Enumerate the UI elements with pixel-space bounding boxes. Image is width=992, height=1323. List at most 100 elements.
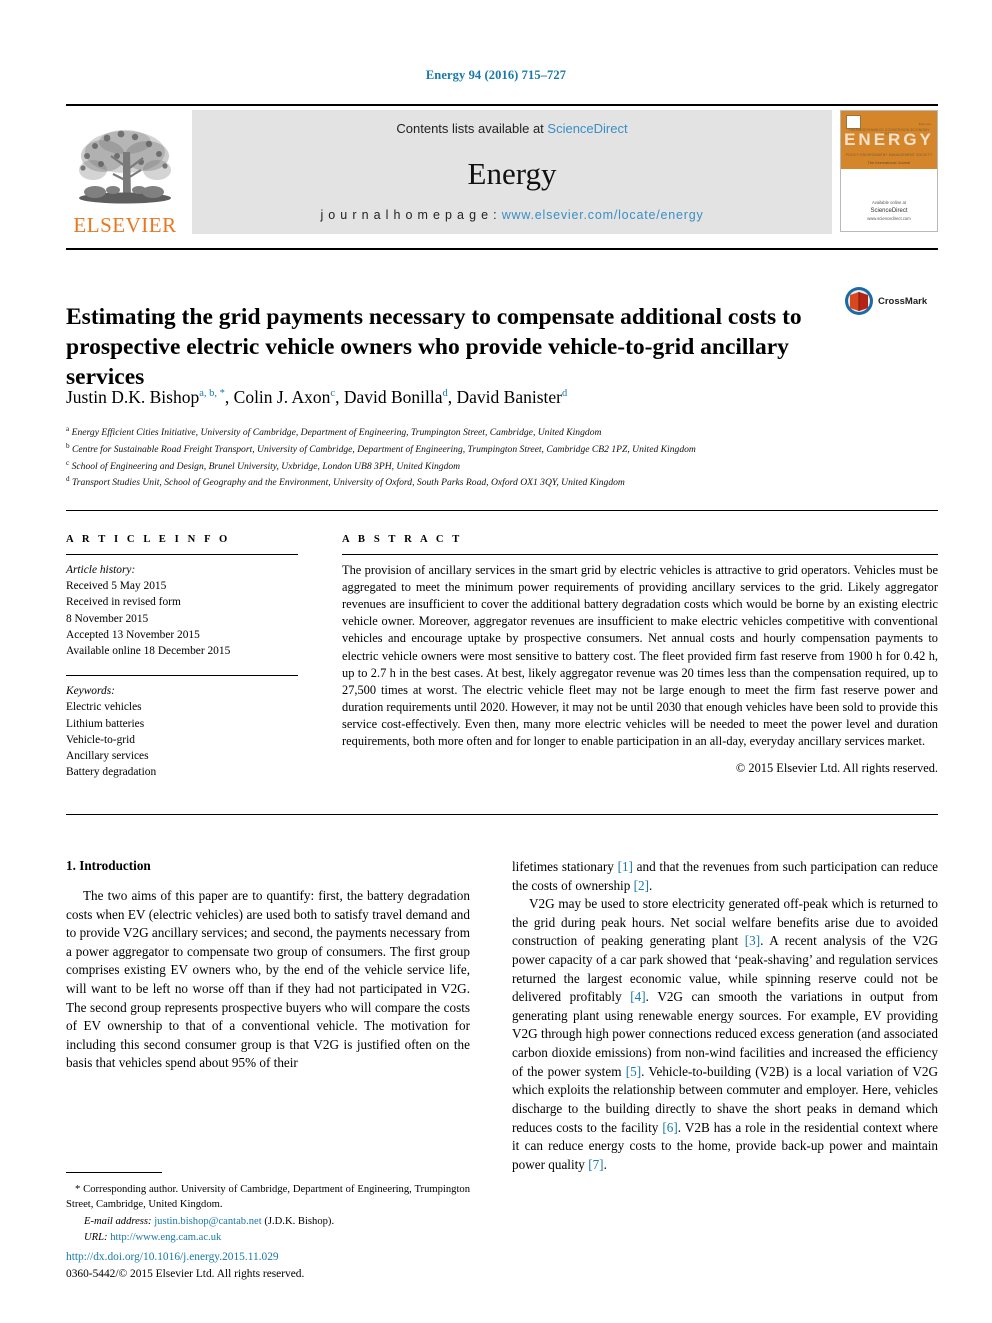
url-link[interactable]: http://www.eng.cam.ac.uk [110, 1232, 221, 1243]
keyword-item: Vehicle-to-grid [66, 733, 135, 746]
body-column-right: lifetimes stationary [1] and that the re… [512, 858, 938, 1174]
email-suffix: (J.D.K. Bishop). [264, 1215, 335, 1227]
history-item: Received in revised form [66, 596, 181, 609]
cover-bottom-keywords: POLICY ENVIRONMENT MANAGEMENT SOCIETY [845, 153, 933, 157]
paragraph-text: . [649, 877, 653, 893]
cover-footer-big: ScienceDirect [870, 207, 908, 214]
doi-link[interactable]: http://dx.doi.org/10.1016/j.energy.2015.… [66, 1249, 486, 1266]
sciencedirect-link[interactable]: ScienceDirect [547, 121, 627, 136]
article-info-heading: A R T I C L E I N F O [66, 534, 231, 545]
keyword-item: Electric vehicles [66, 701, 142, 714]
abstract-text: The provision of ancillary services in t… [342, 563, 938, 749]
cover-footer-sub: www.sciencedirect.com [867, 215, 911, 221]
paragraph: lifetimes stationary [1] and that the re… [512, 858, 938, 895]
citation-link[interactable]: [1] [618, 859, 633, 874]
paragraph-text: . [603, 1156, 607, 1172]
abstract-heading: A B S T R A C T [342, 534, 463, 545]
email-link[interactable]: justin.bishop@cantab.net [154, 1216, 261, 1227]
author-name: Colin J. Axon [233, 387, 331, 407]
homepage-link[interactable]: www.elsevier.com/locate/energy [502, 208, 704, 222]
citation-link[interactable]: [6] [662, 1120, 677, 1135]
crossmark-icon [845, 287, 873, 315]
citation-link[interactable]: [3] [745, 933, 760, 948]
title-divider [66, 248, 938, 250]
author-name: Justin D.K. Bishop [66, 387, 200, 407]
citation-link[interactable]: [5] [626, 1064, 641, 1079]
keyword-item: Lithium batteries [66, 717, 145, 730]
journal-banner: Contents lists available at ScienceDirec… [192, 110, 832, 234]
elsevier-logo: ELSEVIER [66, 110, 184, 238]
history-label: Article history: [66, 564, 136, 576]
article-history: Article history: Received 5 May 2015 Rec… [66, 562, 298, 659]
abstract-copyright: © 2015 Elsevier Ltd. All rights reserved… [735, 761, 938, 776]
homepage-line: j o u r n a l h o m e p a g e : www.else… [320, 208, 703, 222]
keyword-item: Ancillary services [66, 749, 149, 762]
author-marks: d [442, 388, 448, 400]
affiliation-list: a Energy Efficient Cities Initiative, Un… [66, 424, 938, 491]
homepage-prefix: j o u r n a l h o m e p a g e : [320, 208, 502, 222]
info-divider [66, 510, 938, 511]
article-info-rule [66, 554, 298, 555]
keywords-rule [66, 675, 298, 677]
abstract-rule [342, 554, 938, 555]
affiliation-item: a Energy Efficient Cities Initiative, Un… [66, 424, 938, 441]
footer-block: http://dx.doi.org/10.1016/j.energy.2015.… [66, 1249, 486, 1283]
citation-link[interactable]: [4] [630, 989, 645, 1004]
affiliation-text: Energy Efficient Cities Initiative, Univ… [71, 427, 602, 439]
paragraph: V2G may be used to store electricity gen… [512, 895, 938, 1174]
body-column-left: 1. Introduction The two aims of this pap… [66, 858, 470, 1073]
paragraph: The two aims of this paper are to quanti… [66, 888, 470, 1071]
section-title-introduction: 1. Introduction [66, 858, 151, 873]
article-info-block: A R T I C L E I N F O Article history: R… [66, 534, 298, 780]
history-item: Received 5 May 2015 [66, 580, 167, 593]
url-note: URL: http://www.eng.cam.ac.uk [66, 1230, 470, 1245]
email-note: E-mail address: justin.bishop@cantab.net… [66, 1214, 470, 1229]
citation-link[interactable]: [7] [588, 1157, 603, 1172]
page-title: Estimating the grid payments necessary t… [66, 303, 802, 390]
crossmark-label: CrossMark [878, 295, 928, 307]
crossmark-badge[interactable]: CrossMark [844, 286, 940, 316]
citation-link[interactable]: [2] [634, 878, 649, 893]
footnote-divider [66, 1172, 162, 1173]
elsevier-wordmark: ELSEVIER [73, 213, 177, 237]
email-label: E-mail address: [84, 1215, 152, 1227]
affiliation-item: c School of Engineering and Design, Brun… [66, 458, 938, 475]
history-item: Accepted 13 November 2015 [66, 628, 200, 641]
contents-line: Contents lists available at ScienceDirec… [396, 121, 627, 136]
cover-footer: Available online at ScienceDirect www.sc… [841, 200, 937, 222]
affiliation-text: Centre for Sustainable Road Freight Tran… [72, 443, 696, 455]
affiliation-mark: c [66, 458, 70, 467]
paragraph-text: lifetimes stationary [512, 859, 618, 874]
history-item: 8 November 2015 [66, 612, 149, 625]
contents-prefix: Contents lists available at [396, 121, 548, 136]
corresponding-author-note: * Corresponding author. University of Ca… [66, 1184, 470, 1211]
running-head: Energy 94 (2016) 715–727 [425, 68, 567, 82]
issn-copyright: 0360-5442/© 2015 Elsevier Ltd. All right… [66, 1268, 305, 1281]
footnote-block: * Corresponding author. University of Ca… [66, 1182, 470, 1245]
affiliation-text: School of Engineering and Design, Brunel… [71, 460, 461, 472]
cover-title-word: ENERGY [844, 130, 934, 149]
author-marks: c [330, 388, 336, 400]
history-item: Available online 18 December 2015 [66, 644, 231, 657]
affiliation-mark: a [66, 425, 70, 433]
author-name: David Banister [456, 387, 562, 407]
paper-page: Energy 94 (2016) 715–727 ELSEVIER Conten… [0, 0, 992, 1323]
keywords-label: Keywords: [66, 685, 115, 698]
keywords-block: Keywords: Electric vehicles Lithium batt… [66, 683, 298, 780]
cover-issn: Elsevier [918, 122, 931, 126]
affiliation-mark: d [66, 475, 70, 484]
author-marks: a, b, * [199, 388, 225, 400]
affiliation-item: d Transport Studies Unit, School of Geog… [66, 474, 938, 491]
keyword-item: Battery degradation [66, 766, 157, 779]
affiliation-item: b Centre for Sustainable Road Freight Tr… [66, 441, 938, 458]
author-list: Justin D.K. Bishopa, b, *, Colin J. Axon… [66, 387, 568, 407]
affiliation-mark: b [66, 441, 70, 450]
elsevier-tree-icon [79, 130, 171, 204]
cover-tagline: The International Journal [867, 161, 911, 165]
url-label: URL: [84, 1231, 108, 1243]
body-divider [66, 814, 938, 815]
journal-title: Energy [467, 155, 557, 191]
affiliation-text: Transport Studies Unit, School of Geogra… [72, 477, 625, 489]
journal-masthead: ELSEVIER Contents lists available at Sci… [66, 104, 938, 238]
author-marks: d [561, 388, 568, 400]
